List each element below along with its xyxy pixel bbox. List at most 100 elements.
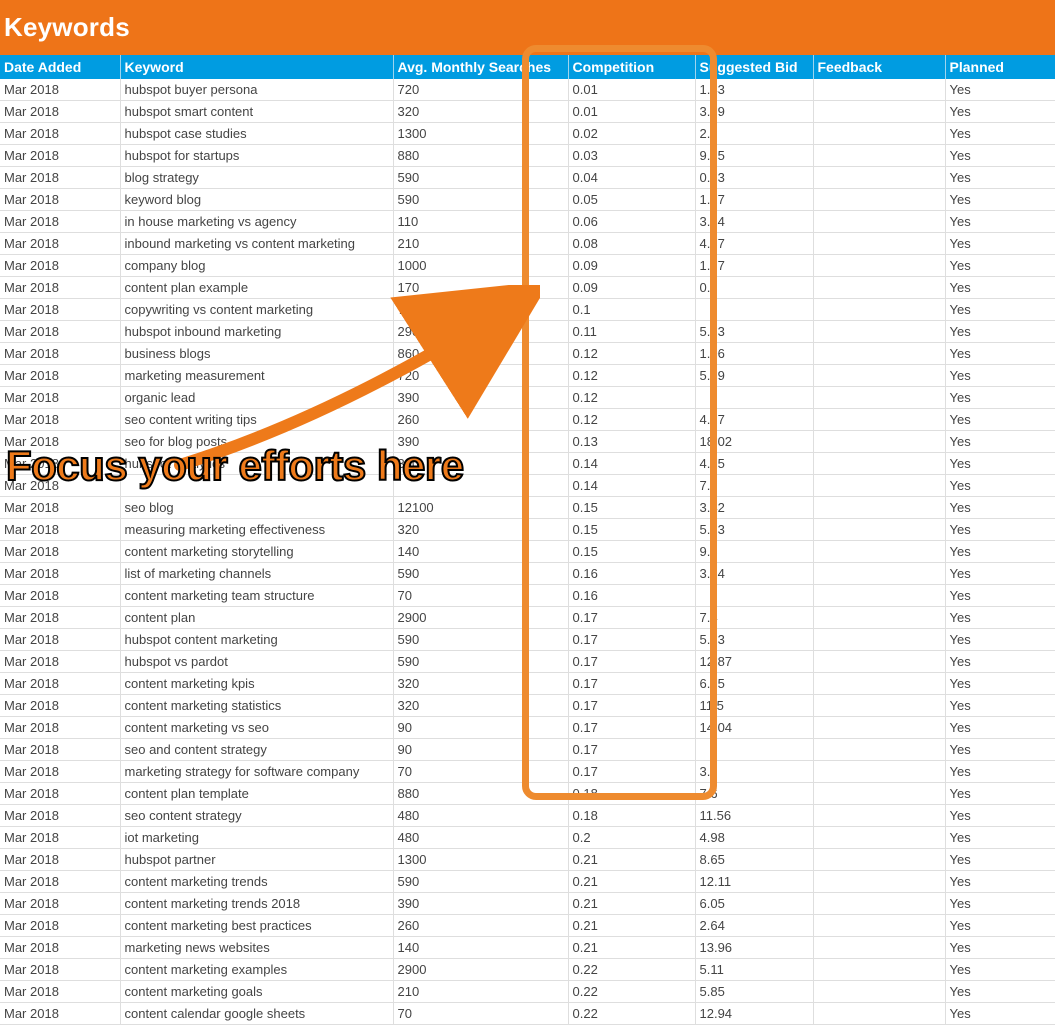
cell-suggested-bid[interactable]: 1.77 — [695, 255, 813, 277]
cell-feedback[interactable] — [813, 145, 945, 167]
cell-competition[interactable]: 0.09 — [568, 277, 695, 299]
cell-avg-searches[interactable]: 12100 — [393, 497, 568, 519]
cell-suggested-bid[interactable]: 18.02 — [695, 431, 813, 453]
cell-suggested-bid[interactable]: 6.05 — [695, 893, 813, 915]
cell-feedback[interactable] — [813, 475, 945, 497]
cell-feedback[interactable] — [813, 123, 945, 145]
cell-planned[interactable]: Yes — [945, 189, 1055, 211]
cell-planned[interactable]: Yes — [945, 79, 1055, 101]
cell-keyword[interactable]: marketing strategy for software company — [120, 761, 393, 783]
cell-suggested-bid[interactable] — [695, 739, 813, 761]
cell-feedback[interactable] — [813, 585, 945, 607]
cell-suggested-bid[interactable]: 3.64 — [695, 211, 813, 233]
cell-date-added[interactable]: Mar 2018 — [0, 695, 120, 717]
cell-competition[interactable]: 0.15 — [568, 519, 695, 541]
cell-competition[interactable]: 0.22 — [568, 959, 695, 981]
cell-competition[interactable]: 0.08 — [568, 233, 695, 255]
cell-keyword[interactable]: hubspot content marketing — [120, 629, 393, 651]
cell-planned[interactable]: Yes — [945, 651, 1055, 673]
cell-feedback[interactable] — [813, 761, 945, 783]
cell-planned[interactable]: Yes — [945, 541, 1055, 563]
cell-avg-searches[interactable]: 480 — [393, 827, 568, 849]
cell-date-added[interactable]: Mar 2018 — [0, 937, 120, 959]
cell-competition[interactable]: 0.17 — [568, 651, 695, 673]
cell-avg-searches[interactable]: 590 — [393, 563, 568, 585]
cell-keyword[interactable]: content marketing storytelling — [120, 541, 393, 563]
cell-keyword[interactable]: hubspot smart content — [120, 101, 393, 123]
table-row[interactable]: Mar 2018hubspot inbound marketing29000.1… — [0, 321, 1055, 343]
cell-planned[interactable]: Yes — [945, 123, 1055, 145]
table-row[interactable]: Mar 2018in house marketing vs agency1100… — [0, 211, 1055, 233]
cell-planned[interactable]: Yes — [945, 827, 1055, 849]
cell-avg-searches[interactable]: 210 — [393, 981, 568, 1003]
cell-keyword[interactable]: inbound marketing vs content marketing — [120, 233, 393, 255]
cell-keyword[interactable]: content marketing examples — [120, 959, 393, 981]
cell-avg-searches[interactable]: 390 — [393, 893, 568, 915]
cell-competition[interactable]: 0.09 — [568, 255, 695, 277]
cell-feedback[interactable] — [813, 695, 945, 717]
cell-date-added[interactable]: Mar 2018 — [0, 915, 120, 937]
cell-avg-searches[interactable]: 860 — [393, 343, 568, 365]
cell-date-added[interactable]: Mar 2018 — [0, 981, 120, 1003]
table-row[interactable]: Mar 2018blog strategy5900.040.53Yes — [0, 167, 1055, 189]
cell-suggested-bid[interactable]: 2.7 — [695, 123, 813, 145]
cell-planned[interactable]: Yes — [945, 739, 1055, 761]
cell-suggested-bid[interactable]: 5.99 — [695, 365, 813, 387]
cell-avg-searches[interactable]: 110 — [393, 211, 568, 233]
cell-date-added[interactable]: Mar 2018 — [0, 629, 120, 651]
cell-avg-searches[interactable]: 590 — [393, 167, 568, 189]
cell-planned[interactable]: Yes — [945, 387, 1055, 409]
table-row[interactable]: Mar 2018marketing strategy for software … — [0, 761, 1055, 783]
cell-avg-searches[interactable]: 260 — [393, 915, 568, 937]
cell-keyword[interactable]: content marketing vs seo — [120, 717, 393, 739]
cell-keyword[interactable]: hubspot inbound marketing — [120, 321, 393, 343]
table-row[interactable]: Mar 2018hubspot partner13000.218.65Yes — [0, 849, 1055, 871]
cell-feedback[interactable] — [813, 343, 945, 365]
cell-keyword[interactable]: hubspot analytics — [120, 453, 393, 475]
cell-date-added[interactable]: Mar 2018 — [0, 827, 120, 849]
cell-avg-searches[interactable]: 90 — [393, 739, 568, 761]
cell-date-added[interactable]: Mar 2018 — [0, 475, 120, 497]
cell-keyword[interactable]: in house marketing vs agency — [120, 211, 393, 233]
table-row[interactable]: Mar 2018list of marketing channels5900.1… — [0, 563, 1055, 585]
cell-feedback[interactable] — [813, 607, 945, 629]
cell-keyword[interactable]: hubspot vs pardot — [120, 651, 393, 673]
table-row[interactable]: Mar 2018copywriting vs content marketing… — [0, 299, 1055, 321]
cell-avg-searches[interactable]: 70 — [393, 585, 568, 607]
cell-date-added[interactable]: Mar 2018 — [0, 233, 120, 255]
cell-planned[interactable]: Yes — [945, 717, 1055, 739]
cell-feedback[interactable] — [813, 563, 945, 585]
cell-keyword[interactable]: keyword blog — [120, 189, 393, 211]
cell-feedback[interactable] — [813, 937, 945, 959]
cell-planned[interactable]: Yes — [945, 893, 1055, 915]
cell-competition[interactable]: 0.12 — [568, 409, 695, 431]
cell-suggested-bid[interactable]: 0.6 — [695, 277, 813, 299]
cell-keyword[interactable]: seo for blog posts — [120, 431, 393, 453]
cell-date-added[interactable]: Mar 2018 — [0, 211, 120, 233]
cell-planned[interactable]: Yes — [945, 211, 1055, 233]
cell-suggested-bid[interactable]: 11.56 — [695, 805, 813, 827]
cell-avg-searches[interactable]: 1300 — [393, 123, 568, 145]
cell-keyword[interactable]: business blogs — [120, 343, 393, 365]
table-row[interactable]: Mar 2018hubspot for startups8800.039.65Y… — [0, 145, 1055, 167]
cell-avg-searches[interactable]: 170 — [393, 277, 568, 299]
cell-suggested-bid[interactable]: 6.15 — [695, 673, 813, 695]
cell-planned[interactable]: Yes — [945, 101, 1055, 123]
header-competition[interactable]: Competition — [568, 55, 695, 79]
cell-suggested-bid[interactable] — [695, 585, 813, 607]
cell-date-added[interactable]: Mar 2018 — [0, 277, 120, 299]
cell-suggested-bid[interactable]: 7.6 — [695, 783, 813, 805]
cell-avg-searches[interactable]: 390 — [393, 431, 568, 453]
cell-planned[interactable]: Yes — [945, 871, 1055, 893]
cell-planned[interactable]: Yes — [945, 321, 1055, 343]
cell-feedback[interactable] — [813, 189, 945, 211]
table-row[interactable]: Mar 2018business blogs8600.121.06Yes — [0, 343, 1055, 365]
cell-planned[interactable]: Yes — [945, 255, 1055, 277]
cell-suggested-bid[interactable]: 4.98 — [695, 827, 813, 849]
cell-suggested-bid[interactable]: 14.04 — [695, 717, 813, 739]
cell-planned[interactable]: Yes — [945, 1003, 1055, 1025]
cell-feedback[interactable] — [813, 783, 945, 805]
cell-suggested-bid[interactable]: 2.64 — [695, 915, 813, 937]
cell-date-added[interactable]: Mar 2018 — [0, 651, 120, 673]
cell-keyword[interactable]: content marketing statistics — [120, 695, 393, 717]
